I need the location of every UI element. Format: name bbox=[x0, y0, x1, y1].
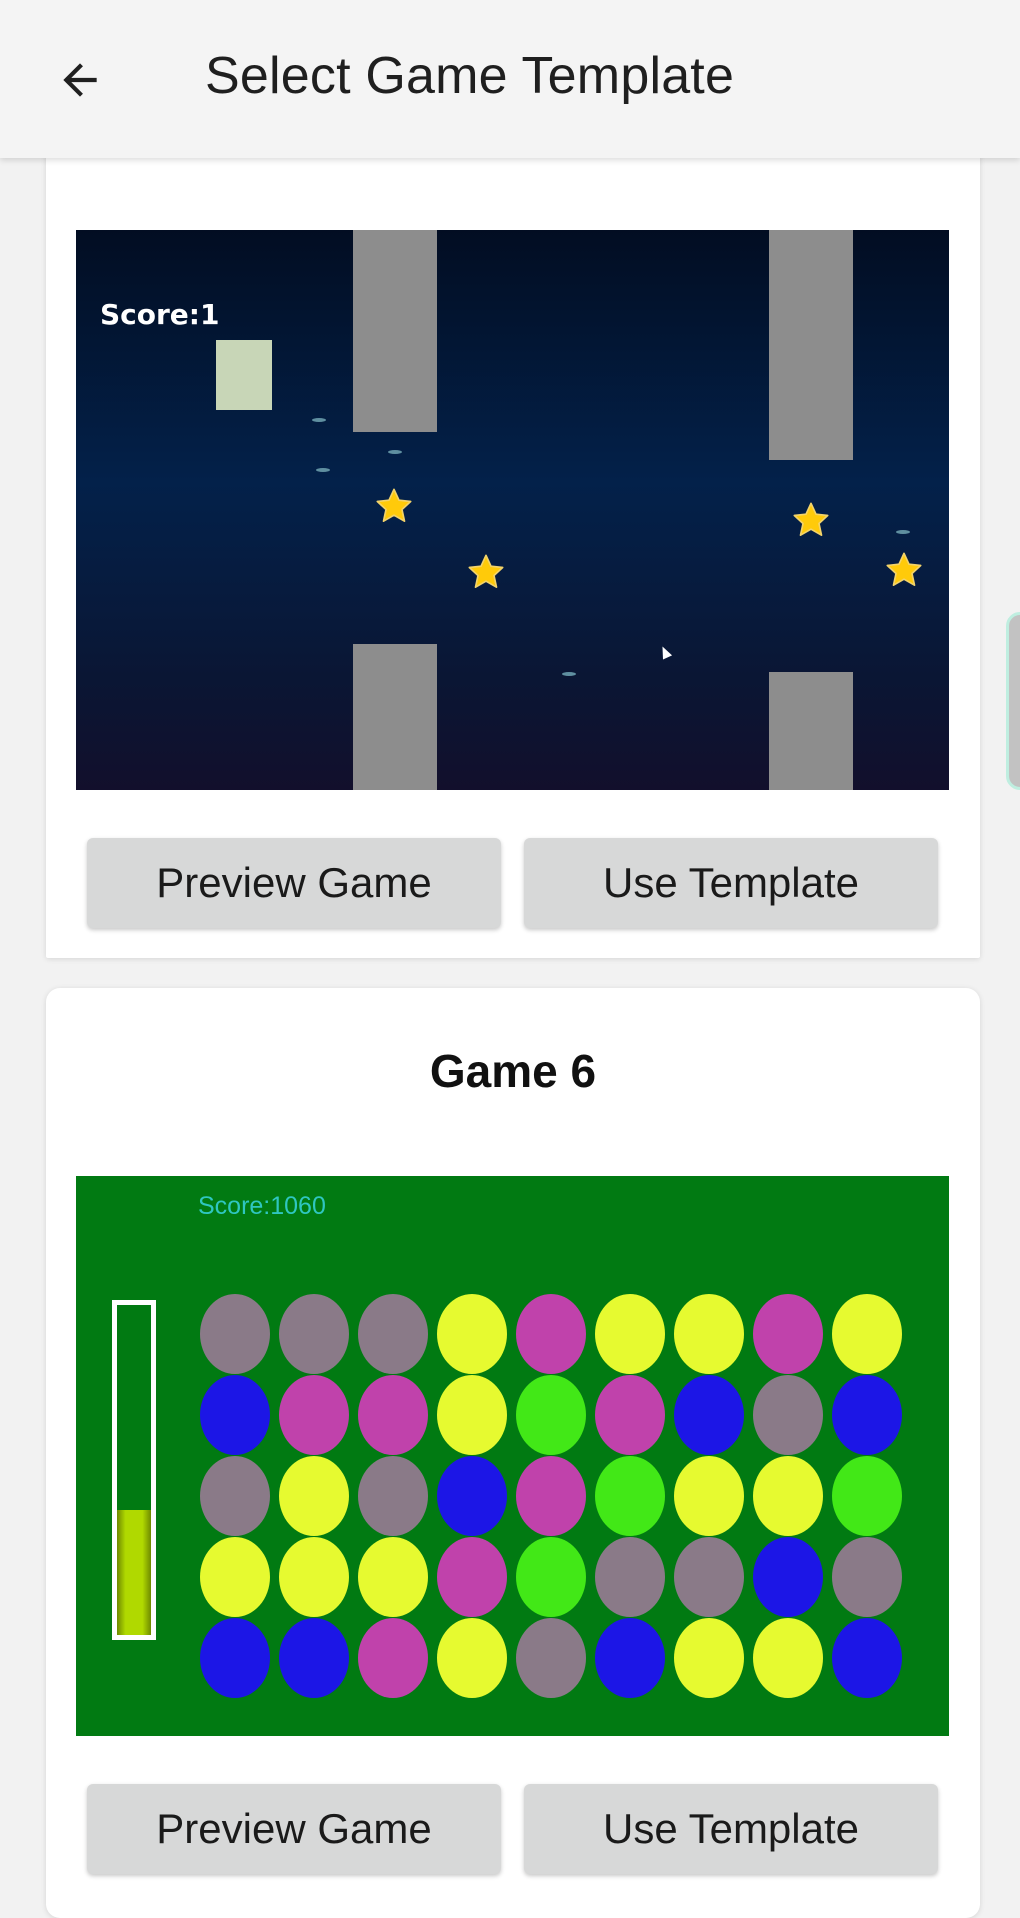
score-label: Score:1 bbox=[100, 298, 220, 331]
gem-yellow[interactable] bbox=[753, 1456, 823, 1536]
progress-meter-fill bbox=[117, 1509, 151, 1635]
card-title: Game 6 bbox=[429, 1045, 597, 1097]
star-icon bbox=[793, 502, 829, 536]
star-icon bbox=[376, 488, 412, 522]
gem-gray[interactable] bbox=[674, 1537, 744, 1617]
particle bbox=[312, 418, 326, 422]
progress-meter bbox=[112, 1300, 156, 1640]
preview-game-button[interactable]: Preview Game bbox=[87, 1784, 501, 1874]
gem-yellow[interactable] bbox=[279, 1456, 349, 1536]
pipe-obstacle bbox=[769, 672, 853, 790]
gem-blue[interactable] bbox=[595, 1618, 665, 1698]
pipe-obstacle bbox=[353, 230, 437, 432]
use-template-button[interactable]: Use Template bbox=[524, 1784, 938, 1874]
gem-gray[interactable] bbox=[832, 1537, 902, 1617]
gem-gray[interactable] bbox=[516, 1618, 586, 1698]
gem-gray[interactable] bbox=[358, 1456, 428, 1536]
particle bbox=[896, 530, 910, 534]
mouse-cursor-icon bbox=[657, 644, 673, 660]
gem-yellow[interactable] bbox=[674, 1294, 744, 1374]
gem-yellow[interactable] bbox=[437, 1375, 507, 1455]
gem-blue[interactable] bbox=[200, 1375, 270, 1455]
gem-green[interactable] bbox=[516, 1537, 586, 1617]
gem-yellow[interactable] bbox=[279, 1537, 349, 1617]
scroll-handle[interactable] bbox=[1006, 612, 1020, 790]
gem-gray[interactable] bbox=[200, 1294, 270, 1374]
gem-blue[interactable] bbox=[437, 1456, 507, 1536]
gem-gray[interactable] bbox=[595, 1537, 665, 1617]
particle bbox=[316, 468, 330, 472]
gem-blue[interactable] bbox=[832, 1618, 902, 1698]
star-icon bbox=[886, 552, 922, 586]
gem-magenta[interactable] bbox=[753, 1294, 823, 1374]
score-label: Score:1060 bbox=[198, 1192, 326, 1220]
page-title: Select Game Template bbox=[205, 47, 735, 105]
template-card: Score:1 Preview Game Use Template bbox=[46, 120, 980, 958]
player-block bbox=[216, 340, 272, 410]
gem-magenta[interactable] bbox=[437, 1537, 507, 1617]
gem-gray[interactable] bbox=[358, 1294, 428, 1374]
gem-blue[interactable] bbox=[674, 1375, 744, 1455]
particle bbox=[388, 450, 402, 454]
gem-yellow[interactable] bbox=[674, 1618, 744, 1698]
gem-yellow[interactable] bbox=[832, 1294, 902, 1374]
gem-blue[interactable] bbox=[832, 1375, 902, 1455]
gem-magenta[interactable] bbox=[516, 1456, 586, 1536]
pipe-obstacle bbox=[769, 230, 853, 460]
preview-game-button[interactable]: Preview Game bbox=[87, 838, 501, 928]
gem-green[interactable] bbox=[595, 1456, 665, 1536]
gem-magenta[interactable] bbox=[516, 1294, 586, 1374]
gem-yellow[interactable] bbox=[200, 1537, 270, 1617]
game-preview-image: Score:1 bbox=[76, 230, 949, 790]
template-card: Game 6 Score:1060 Preview Game Use Templ… bbox=[46, 988, 980, 1918]
gem-magenta[interactable] bbox=[358, 1618, 428, 1698]
app-bar: Select Game Template bbox=[0, 0, 1020, 158]
gem-magenta[interactable] bbox=[358, 1375, 428, 1455]
gem-yellow[interactable] bbox=[595, 1294, 665, 1374]
gem-blue[interactable] bbox=[200, 1618, 270, 1698]
gem-gray[interactable] bbox=[753, 1375, 823, 1455]
gem-yellow[interactable] bbox=[437, 1294, 507, 1374]
back-button[interactable] bbox=[50, 50, 110, 110]
gem-yellow[interactable] bbox=[674, 1456, 744, 1536]
gem-gray[interactable] bbox=[200, 1456, 270, 1536]
gem-magenta[interactable] bbox=[595, 1375, 665, 1455]
particle bbox=[562, 672, 576, 676]
use-template-button[interactable]: Use Template bbox=[524, 838, 938, 928]
star-icon bbox=[468, 554, 504, 588]
gem-blue[interactable] bbox=[279, 1618, 349, 1698]
gem-gray[interactable] bbox=[279, 1294, 349, 1374]
pipe-obstacle bbox=[353, 644, 437, 790]
gem-green[interactable] bbox=[832, 1456, 902, 1536]
gem-yellow[interactable] bbox=[753, 1618, 823, 1698]
gem-yellow[interactable] bbox=[358, 1537, 428, 1617]
game-preview-image: Score:1060 bbox=[76, 1176, 949, 1736]
gem-yellow[interactable] bbox=[437, 1618, 507, 1698]
gem-green[interactable] bbox=[516, 1375, 586, 1455]
arrow-left-icon bbox=[63, 63, 97, 97]
gem-magenta[interactable] bbox=[279, 1375, 349, 1455]
gem-blue[interactable] bbox=[753, 1537, 823, 1617]
